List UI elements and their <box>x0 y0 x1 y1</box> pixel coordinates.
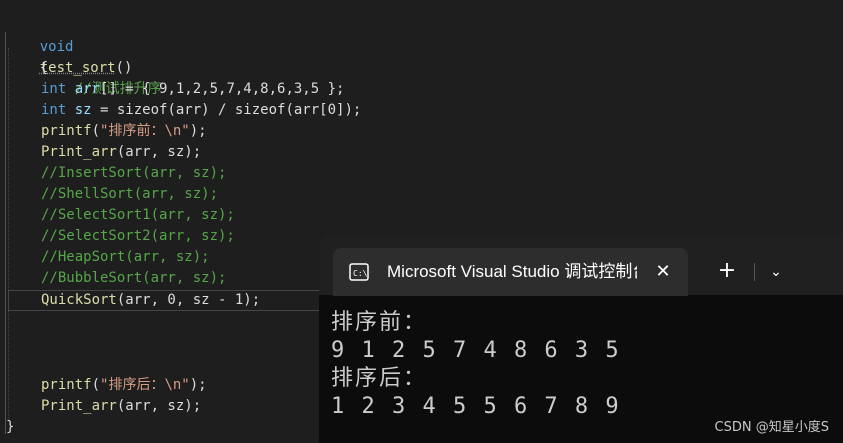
args: (arr, sz); <box>116 398 202 414</box>
output-line: 9 1 2 5 7 4 8 6 3 5 <box>331 338 621 363</box>
terminal-icon: C:\ <box>349 263 369 281</box>
code-line-comment-shell[interactable]: //ShellSort(arr, sz); <box>41 184 218 205</box>
code-line-printf-after[interactable]: printf("排序后：\n"); <box>41 375 207 396</box>
code-line-comment[interactable]: //测试排升序 <box>41 58 162 97</box>
args: (arr, sz); <box>116 144 202 160</box>
terminal-tab[interactable]: C:\ Microsoft Visual Studio 调试控制台 ✕ <box>333 248 688 296</box>
chevron-down-icon[interactable]: ⌄ <box>765 261 787 283</box>
string-literal: "排序后：\n" <box>100 377 190 393</box>
array-initializer: [] = { 9,1,2,5,7,4,8,6,3,5 }; <box>100 81 345 97</box>
function-printf: printf <box>41 123 92 139</box>
tabbar-divider <box>754 263 755 281</box>
string-literal: "排序前：\n" <box>100 123 190 139</box>
comment-text: //BubbleSort(arr, sz); <box>41 270 227 286</box>
code-line-printf-before[interactable]: printf("排序前：\n"); <box>41 121 207 142</box>
debug-console-window[interactable]: C:\ Microsoft Visual Studio 调试控制台 ✕ + ⌄ … <box>319 235 843 443</box>
code-line-array-decl[interactable]: int arr[] = { 9,1,2,5,7,4,8,6,3,5 }; <box>41 79 344 100</box>
terminal-tab-bar: C:\ Microsoft Visual Studio 调试控制台 ✕ + ⌄ <box>319 235 843 296</box>
function-print-arr: Print_arr <box>41 398 117 414</box>
code-line-close-brace[interactable]: } <box>6 417 14 438</box>
paren-end: ); <box>189 123 207 139</box>
new-tab-button[interactable]: + <box>715 259 739 283</box>
paren-end: ); <box>189 377 207 393</box>
paren: ( <box>91 377 101 393</box>
size-expression: = sizeof(arr) / sizeof(arr[0]); <box>91 102 362 118</box>
code-line-print-arr[interactable]: Print_arr(arr, sz); <box>41 142 201 163</box>
code-line-print-arr-after[interactable]: Print_arr(arr, sz); <box>41 396 201 417</box>
close-icon[interactable]: ✕ <box>651 260 675 284</box>
function-printf: printf <box>41 377 92 393</box>
function-quicksort: QuickSort <box>41 292 117 308</box>
args: (arr, 0, sz - 1); <box>116 292 261 308</box>
close-brace: } <box>6 419 15 435</box>
indent-guide <box>8 48 10 420</box>
comment-text: //SelectSort2(arr, sz); <box>41 228 235 244</box>
code-line-comment-select1[interactable]: //SelectSort1(arr, sz); <box>41 205 235 226</box>
output-line: 排序前： <box>331 310 428 335</box>
keyword-int: int <box>41 81 67 97</box>
output-line: 排序后： <box>331 366 428 391</box>
comment-text: //ShellSort(arr, sz); <box>41 186 219 202</box>
keyword-int: int <box>41 102 67 118</box>
comment-text: //SelectSort1(arr, sz); <box>41 207 235 223</box>
code-line-comment-heap[interactable]: //HeapSort(arr, sz); <box>41 247 210 268</box>
code-line-open-brace[interactable]: { <box>6 37 48 76</box>
tab-title: Microsoft Visual Studio 调试控制台 <box>387 262 637 281</box>
identifier-arr: arr <box>66 81 101 97</box>
comment-text: //HeapSort(arr, sz); <box>41 249 210 265</box>
identifier-sz: sz <box>66 102 92 118</box>
code-line-quicksort[interactable]: QuickSort(arr, 0, sz - 1); <box>41 290 260 311</box>
code-line-comment-insert[interactable]: //InsertSort(arr, sz); <box>41 163 226 184</box>
code-line-function-signature[interactable]: void test_sort() <box>6 16 133 76</box>
watermark: CSDN @知星小度S <box>714 420 829 435</box>
comment-text: //InsertSort(arr, sz); <box>41 165 227 181</box>
code-line-size-decl[interactable]: int sz = sizeof(arr) / sizeof(arr[0]); <box>41 100 361 121</box>
output-line: 1 2 3 4 5 5 6 7 8 9 <box>331 394 621 419</box>
code-line-comment-select2[interactable]: //SelectSort2(arr, sz); <box>41 226 235 247</box>
function-print-arr: Print_arr <box>41 144 117 160</box>
code-line-comment-bubble[interactable]: //BubbleSort(arr, sz); <box>41 268 226 289</box>
svg-text:C:\: C:\ <box>353 269 368 278</box>
paren: ( <box>91 123 101 139</box>
